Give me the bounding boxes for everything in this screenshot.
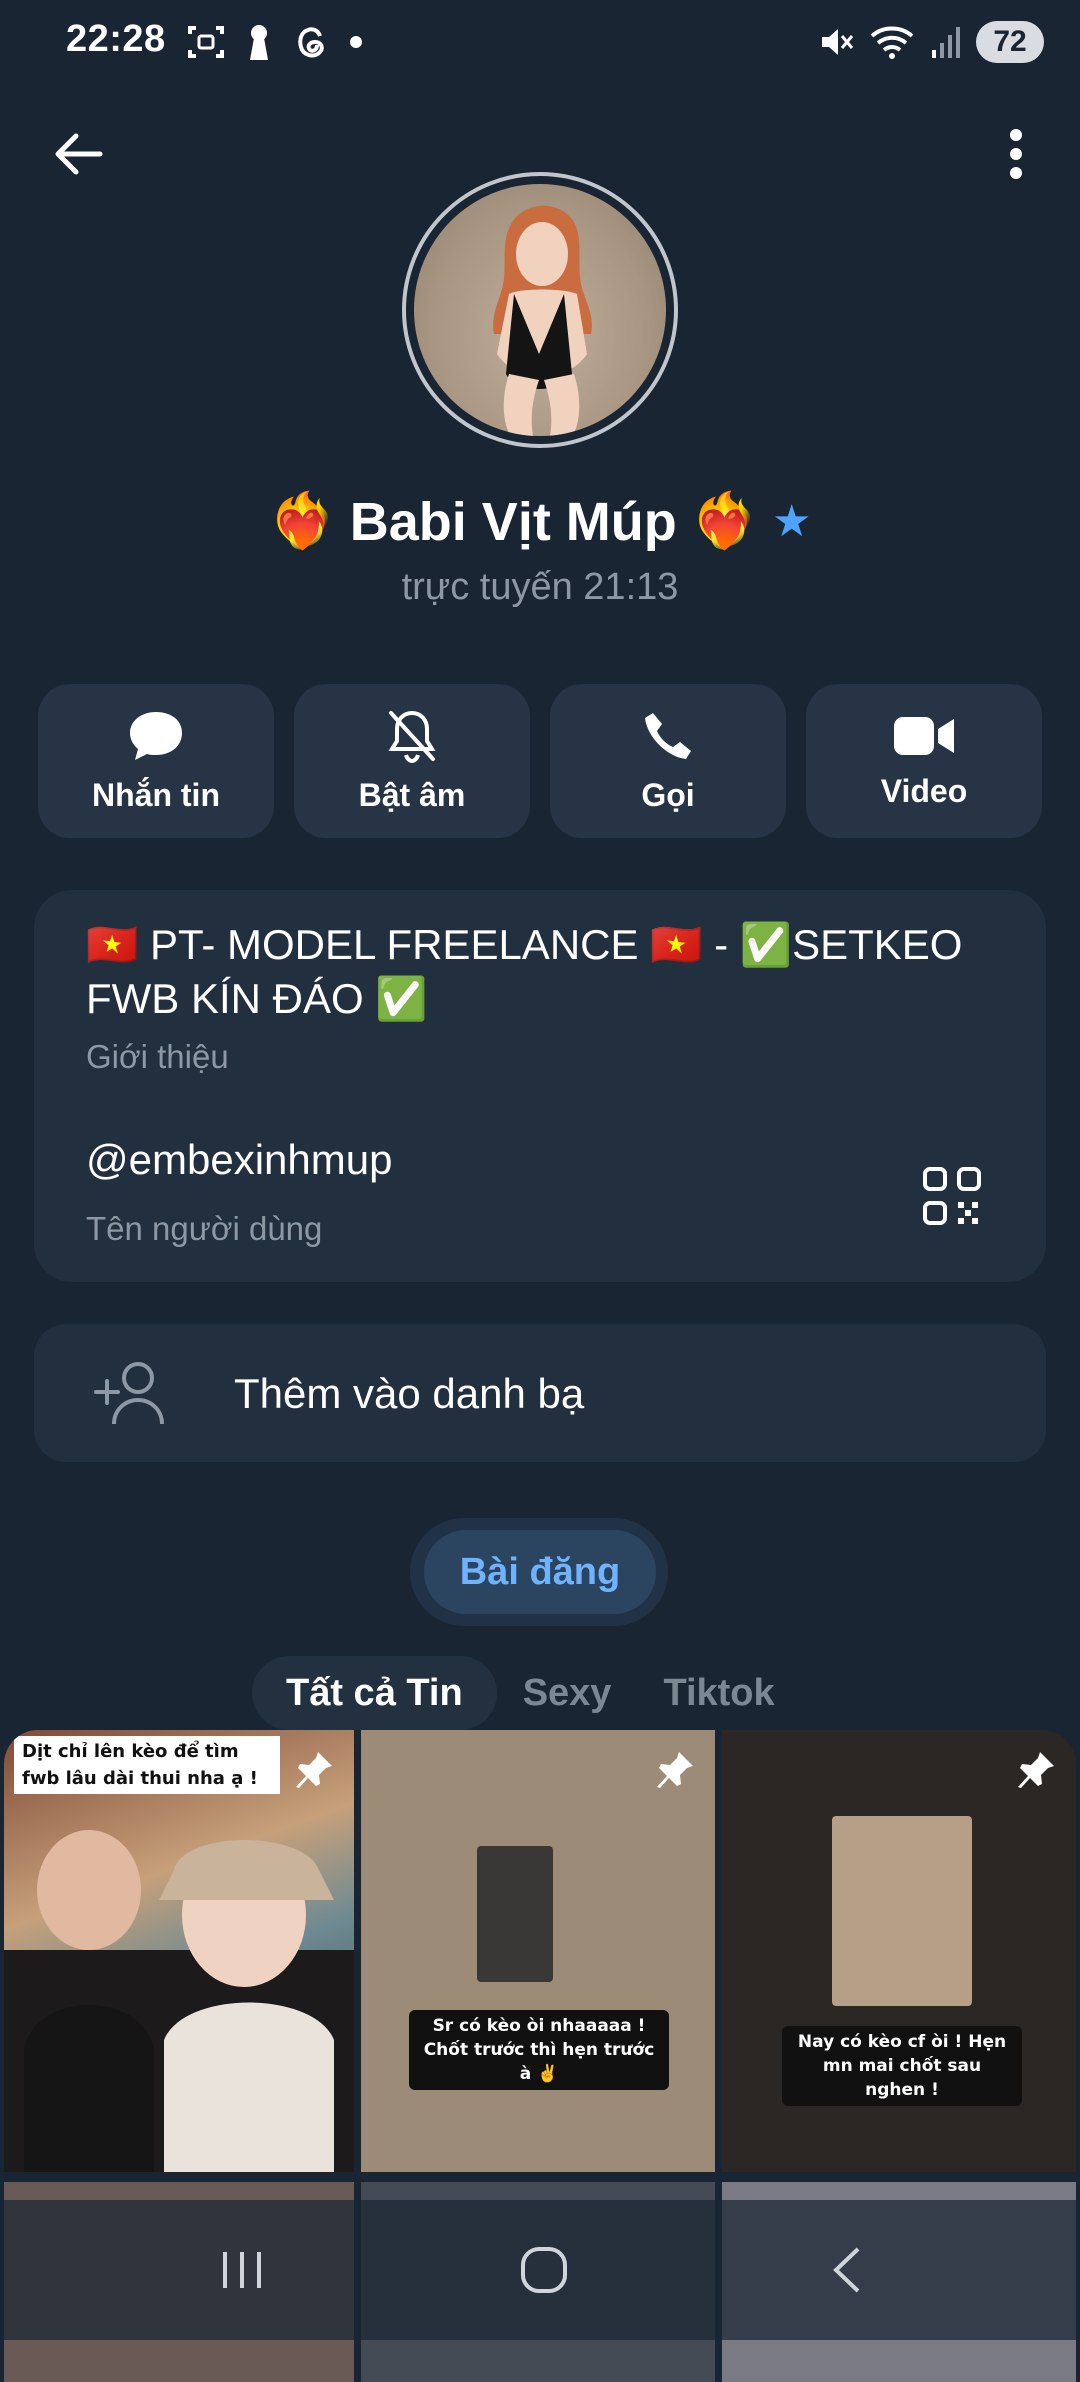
last-seen-status: trực tuyến 21:13 — [401, 566, 679, 608]
add-user-icon — [94, 1362, 164, 1425]
story-tile[interactable]: Dịt chỉ lên kèo để tìm fwb lâu dài thui … — [4, 1730, 354, 2172]
recents-button[interactable] — [202, 2230, 282, 2310]
video-icon — [894, 716, 954, 755]
unmute-label: Bật âm — [358, 776, 466, 813]
posts-tab[interactable]: Bài đăng — [424, 1530, 656, 1614]
profile-info-card: 🇻🇳 PT- MODEL FREELANCE 🇻🇳 - ✅SETKEO FWB … — [34, 890, 1046, 1282]
wifi-icon — [870, 26, 914, 59]
story-photo — [832, 1816, 972, 2006]
story-caption: Nay có kèo cf òi ! Hẹn mn mai chốt sau n… — [782, 2026, 1022, 2106]
back-nav-button[interactable] — [806, 2230, 886, 2310]
story-tile[interactable]: Sr có kèo òi nhaaaaa ! Chốt trước thì hẹ… — [361, 1730, 715, 2172]
story-tile[interactable]: Nay có kèo cf òi ! Hẹn mn mai chốt sau n… — [722, 1730, 1076, 2172]
username-text[interactable]: @embexinhmup — [86, 1136, 392, 1184]
threads-icon — [298, 27, 324, 58]
username-label: Tên người dùng — [86, 1210, 323, 1247]
bell-off-icon — [388, 710, 436, 763]
status-bar: 22:28 72 — [0, 0, 1080, 84]
filter-tab-all[interactable]: Tất cả Tin — [252, 1656, 497, 1730]
battery-indicator: 72 — [976, 21, 1044, 63]
pin-icon — [657, 1752, 693, 1788]
story-caption: Sr có kèo òi nhaaaaa ! Chốt trước thì hẹ… — [409, 2010, 669, 2090]
call-label: Gọi — [641, 776, 695, 813]
pin-icon — [296, 1752, 332, 1788]
status-time: 22:28 — [66, 18, 166, 60]
story-caption: Dịt chỉ lên kèo để tìm fwb lâu dài thui … — [14, 1736, 280, 1794]
home-icon — [521, 2247, 567, 2293]
filter-tab-tiktok[interactable]: Tiktok — [637, 1656, 800, 1730]
arrow-left-icon — [55, 133, 103, 175]
profile-avatar[interactable] — [414, 184, 666, 436]
action-buttons-row: Nhắn tin Bật âm Gọi Video — [38, 684, 1042, 838]
profile-name: Babi Vịt Múp — [349, 491, 677, 552]
bio-text[interactable]: 🇻🇳 PT- MODEL FREELANCE 🇻🇳 - ✅SETKEO FWB … — [86, 918, 986, 1026]
heart-fire-emoji: ❤️‍🔥 — [268, 491, 336, 551]
screenshot-icon — [188, 26, 224, 58]
message-button[interactable]: Nhắn tin — [38, 684, 274, 838]
system-navigation-bar — [0, 2200, 1080, 2340]
add-to-contacts-button[interactable]: Thêm vào danh bạ — [34, 1324, 1046, 1462]
call-button[interactable]: Gọi — [550, 684, 786, 838]
premium-star-icon[interactable]: ★ — [772, 496, 811, 547]
avatar-photo — [493, 205, 592, 436]
bio-label: Giới thiệu — [86, 1038, 229, 1075]
unmute-button[interactable]: Bật âm — [294, 684, 530, 838]
status-icons-left — [186, 20, 362, 64]
notification-dot — [350, 36, 362, 48]
chevron-left-icon — [833, 2247, 860, 2293]
pin-icon — [1018, 1752, 1054, 1788]
phone-icon — [645, 712, 691, 759]
story-photo — [4, 1830, 354, 2172]
kebab-menu-icon — [1010, 129, 1022, 179]
back-button[interactable] — [42, 118, 114, 190]
story-photo — [477, 1846, 553, 1982]
home-button[interactable] — [504, 2230, 584, 2310]
video-label: Video — [880, 772, 968, 809]
story-filter-tabs: Tất cả Tin Sexy Tiktok — [252, 1656, 801, 1730]
more-options-button[interactable] — [980, 118, 1052, 190]
profile-name-row: ❤️‍🔥 Babi Vịt Múp ❤️‍🔥 ★ — [0, 490, 1080, 553]
recents-icon — [223, 2252, 261, 2288]
video-call-button[interactable]: Video — [806, 684, 1042, 838]
status-icons-right: 72 — [818, 18, 1044, 66]
keyhole-icon — [250, 25, 268, 60]
mute-icon — [822, 29, 854, 55]
qr-code-icon[interactable] — [922, 1166, 982, 1226]
heart-fire-emoji: ❤️‍🔥 — [690, 491, 759, 551]
message-icon — [130, 711, 182, 760]
filter-tab-sexy[interactable]: Sexy — [497, 1656, 638, 1730]
add-to-contacts-label: Thêm vào danh bạ — [234, 1370, 585, 1417]
signal-icon — [932, 27, 960, 58]
message-label: Nhắn tin — [92, 776, 220, 813]
